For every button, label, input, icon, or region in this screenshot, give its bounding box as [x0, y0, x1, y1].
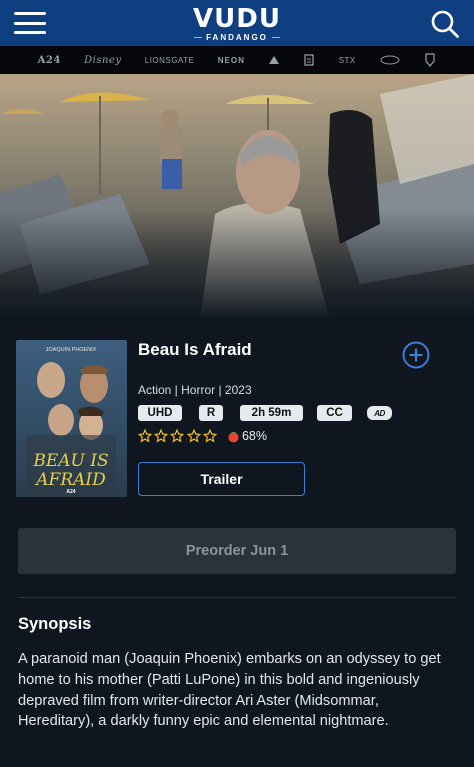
star-empty-icon[interactable] [170, 429, 185, 443]
studio-lionsgate[interactable]: LIONSGATE [145, 56, 195, 65]
star-empty-icon[interactable] [154, 429, 169, 443]
tomatometer-score: 68% [241, 429, 267, 443]
movie-poster-image[interactable]: JOAQUIN PHOENIX BEAU IS AFRAID A24 [16, 340, 127, 497]
studio-disney[interactable]: Disney [84, 55, 121, 66]
movie-title: Beau Is Afraid [138, 340, 252, 359]
runtime-badge: 2h 59m [240, 405, 303, 421]
hero-backdrop-image [0, 74, 474, 320]
uhd-badge: UHD [138, 405, 182, 421]
poster-title-line2: AFRAID [34, 470, 106, 490]
movie-genre-year: Action | Horror | 2023 [138, 383, 252, 397]
logo-subtext: FANDANGO [206, 33, 268, 42]
studio-universal-logo[interactable] [379, 53, 401, 67]
studio-stx[interactable]: STX [339, 56, 356, 65]
poster-credit: JOAQUIN PHOENIX [46, 347, 97, 353]
studio-wb-shield-logo[interactable] [424, 53, 436, 67]
synopsis-heading: Synopsis [18, 615, 92, 633]
star-empty-icon[interactable] [202, 429, 217, 443]
audio-description-badge: AD [367, 406, 392, 420]
preorder-button[interactable]: Preorder Jun 1 [18, 528, 456, 574]
studio-warner-logo[interactable] [303, 53, 315, 67]
add-to-list-icon[interactable] [402, 341, 430, 369]
rating-badge: R [199, 405, 223, 421]
search-icon[interactable] [430, 9, 460, 39]
studio-paramount-logo[interactable] [268, 53, 280, 67]
trailer-button[interactable]: Trailer [138, 462, 305, 496]
studio-a24[interactable]: A24 [38, 55, 61, 66]
rating-row: 68% [138, 428, 267, 444]
vudu-logo[interactable]: VUDU FANDANGO [0, 6, 474, 42]
studio-strip: A24 Disney LIONSGATE NEON STX [0, 46, 474, 74]
star-empty-icon[interactable] [138, 429, 152, 443]
poster-title-line1: BEAU IS [32, 451, 108, 471]
studio-neon[interactable]: NEON [218, 56, 245, 65]
poster-studio: A24 [66, 489, 75, 495]
synopsis-text: A paranoid man (Joaquin Phoenix) embarks… [18, 651, 441, 730]
cc-badge: CC [317, 405, 352, 421]
star-empty-icon[interactable] [186, 429, 201, 443]
section-divider [18, 597, 456, 598]
top-bar: VUDU FANDANGO [0, 0, 474, 46]
tomato-icon [228, 431, 239, 443]
logo-text: VUDU [193, 4, 281, 34]
